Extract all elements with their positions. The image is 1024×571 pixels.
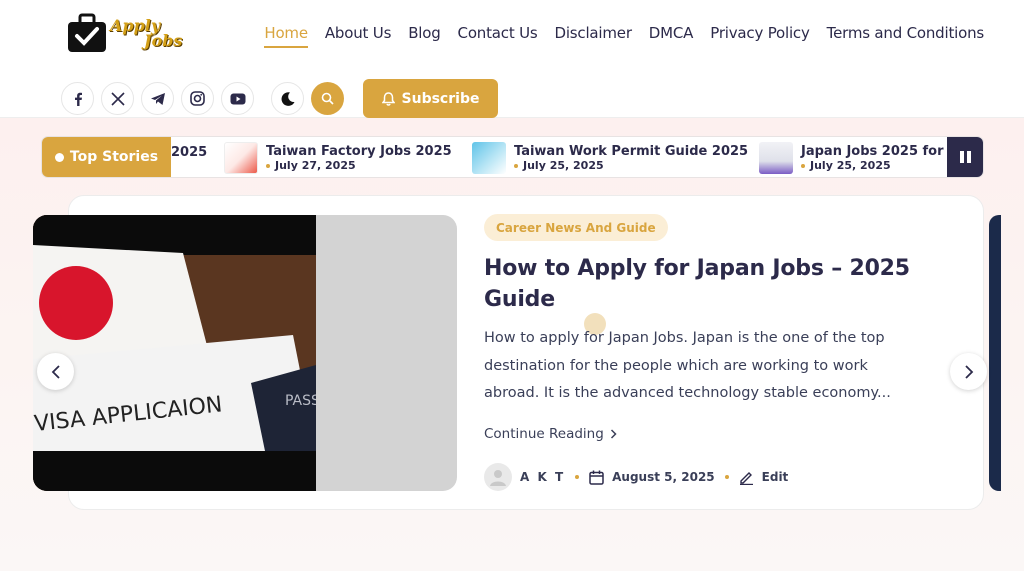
youtube-link[interactable] <box>221 82 254 115</box>
ticker-thumbnail <box>759 142 793 174</box>
featured-photo: PASS VISA APPLICAION <box>33 215 316 491</box>
visa-application-illustration: PASS VISA APPLICAION <box>33 215 316 491</box>
calendar-icon <box>589 470 604 485</box>
ticker-track: 2025 Taiwan Factory Jobs 2025 July 27, 2… <box>171 137 947 177</box>
instagram-icon <box>190 91 205 106</box>
featured-image[interactable]: PASS VISA APPLICAION <box>33 215 457 491</box>
nav-about-us[interactable]: About Us <box>325 24 392 48</box>
subscribe-label: Subscribe <box>401 90 480 107</box>
ticker-label: Top Stories <box>42 137 171 177</box>
chevron-right-icon <box>964 364 973 379</box>
briefcase-check-icon <box>68 13 106 52</box>
main-nav: Home About Us Blog Contact Us Disclaimer… <box>264 24 984 48</box>
facebook-link[interactable] <box>61 82 94 115</box>
top-stories-ticker: Top Stories 2025 Taiwan Factory Jobs 202… <box>41 136 984 178</box>
moon-icon <box>281 91 294 106</box>
edit-pencil-icon <box>739 471 753 485</box>
social-links <box>61 82 254 115</box>
post-date[interactable]: August 5, 2025 <box>612 470 715 484</box>
telegram-icon <box>150 92 165 105</box>
ticker-item[interactable]: Taiwan Work Permit Guide 2025 July 25, 2… <box>472 141 748 175</box>
ticker-item[interactable]: Japan Jobs 2025 for I July 25, 2025 <box>759 141 947 175</box>
search-button[interactable] <box>311 82 344 115</box>
instagram-link[interactable] <box>181 82 214 115</box>
ticker-item[interactable]: 2025 <box>171 141 207 175</box>
nav-terms-and-conditions[interactable]: Terms and Conditions <box>827 24 985 48</box>
live-dot-icon <box>54 152 64 162</box>
nav-privacy-policy[interactable]: Privacy Policy <box>710 24 810 48</box>
site-header: Apply Jobs Home About Us Blog Contact Us… <box>0 0 1024 118</box>
ticker-thumbnail <box>224 142 258 174</box>
meta-separator <box>575 475 580 479</box>
chevron-right-icon <box>610 429 617 439</box>
edit-link[interactable]: Edit <box>762 470 789 484</box>
author-avatar[interactable] <box>484 463 512 491</box>
user-avatar-icon <box>490 470 506 486</box>
slider-prev-button[interactable] <box>37 353 74 390</box>
nav-disclaimer[interactable]: Disclaimer <box>554 24 632 48</box>
site-logo[interactable]: Apply Jobs <box>66 12 196 56</box>
dark-mode-toggle[interactable] <box>271 82 304 115</box>
nav-dmca[interactable]: DMCA <box>649 24 694 48</box>
nav-blog[interactable]: Blog <box>408 24 441 48</box>
ticker-item[interactable]: Taiwan Factory Jobs 2025 July 27, 2025 <box>224 141 452 175</box>
youtube-icon <box>230 93 245 104</box>
x-twitter-link[interactable] <box>101 82 134 115</box>
telegram-link[interactable] <box>141 82 174 115</box>
author-name[interactable]: A K T <box>520 470 565 484</box>
meta-separator <box>724 475 729 479</box>
nav-home[interactable]: Home <box>264 24 308 48</box>
next-slide-peek[interactable] <box>989 215 1001 491</box>
svg-text:PASS: PASS <box>285 393 316 409</box>
post-meta: A K T August 5, 2025 Edit <box>484 463 788 491</box>
subscribe-button[interactable]: Subscribe <box>363 79 498 118</box>
x-twitter-icon <box>110 91 125 106</box>
facebook-icon <box>74 92 82 106</box>
slider-next-button[interactable] <box>950 353 987 390</box>
logo-wordmark: Apply Jobs <box>110 16 183 50</box>
ticker-pause-button[interactable] <box>947 137 983 177</box>
post-title[interactable]: How to Apply for Japan Jobs – 2025 Guide <box>484 253 924 315</box>
ticker-thumbnail <box>472 142 506 174</box>
post-excerpt: How to apply for Japan Jobs. Japan is th… <box>484 330 891 401</box>
search-icon <box>321 92 334 105</box>
bell-icon <box>381 91 395 106</box>
nav-contact-us[interactable]: Contact Us <box>458 24 538 48</box>
continue-reading-link[interactable]: Continue Reading <box>484 426 617 442</box>
category-badge[interactable]: Career News And Guide <box>484 214 668 241</box>
chevron-left-icon <box>51 364 60 379</box>
pause-icon <box>959 151 964 163</box>
